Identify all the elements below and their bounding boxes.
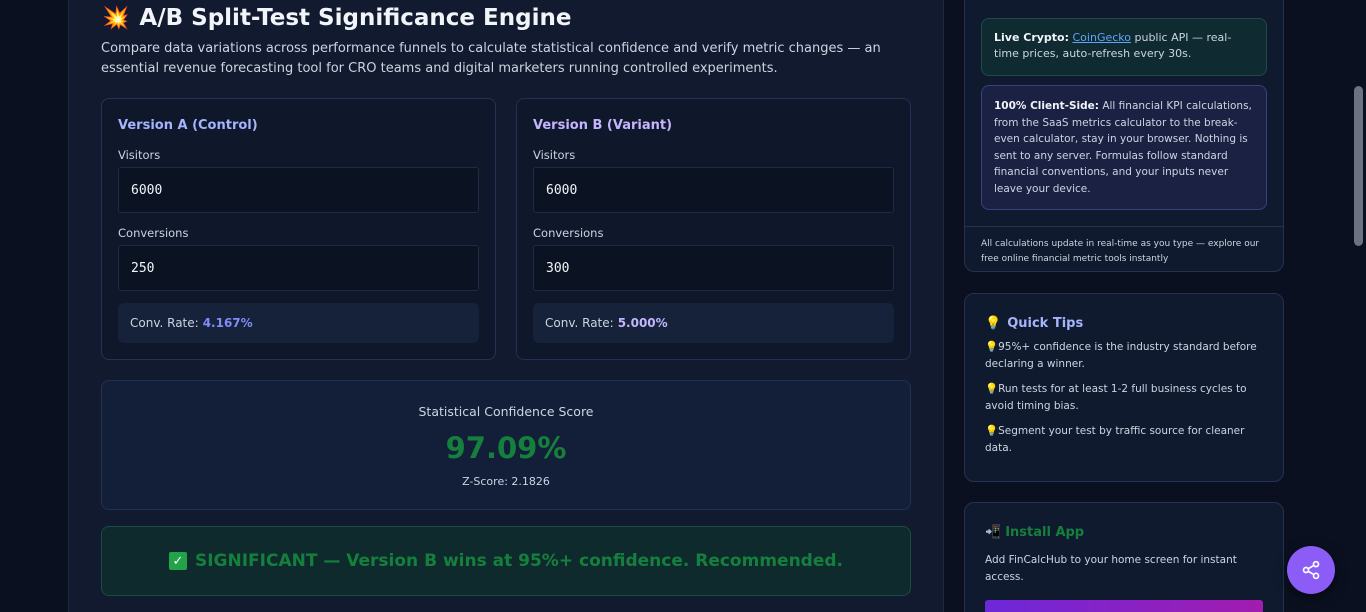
lightbulb-icon: 💡 [985,341,999,353]
rate-label: Conv. Rate: [130,316,199,330]
collision-icon: 💥 [102,5,130,31]
install-app-panel: 📲 Install App Add FinCalcHub to your hom… [964,502,1284,612]
client-side-note: 100% Client-Side: All financial KPI calc… [981,85,1267,210]
page-title-text: A/B Split-Test Significance Engine [139,5,572,31]
confidence-value: 97.09% [445,431,567,465]
tip-text: 95%+ confidence is the industry standard… [985,341,1257,370]
check-icon: ✓ [168,552,187,570]
scrollbar[interactable] [1352,0,1366,612]
confidence-label: Statistical Confidence Score [418,404,594,419]
share-icon [1302,560,1320,580]
version-b-visitors-input[interactable]: 6000 [533,167,894,213]
install-text: Add FinCalcHub to your home screen for i… [985,554,1237,583]
z-score: Z-Score: 2.1826 [462,475,550,488]
version-a-conversions-input[interactable]: 250 [118,245,479,291]
scrollbar-thumb[interactable] [1354,86,1363,246]
quick-tips-title: Quick Tips [1007,316,1084,331]
install-title: Install App [1005,525,1085,540]
version-b-conversions-input[interactable]: 300 [533,245,894,291]
verdict-text: SIGNIFICANT — Version B wins at 95%+ con… [194,551,844,571]
share-button[interactable] [1287,546,1335,594]
rate-value: 4.167% [202,316,253,330]
install-heading: 📲 Install App [985,525,1263,540]
confidence-panel: Statistical Confidence Score 97.09% Z-Sc… [101,380,911,510]
version-a-card: Version A (Control) Visitors 6000 Conver… [101,98,496,360]
conversions-label: Conversions [118,226,189,240]
page-description: Compare data variations across performan… [101,41,881,76]
page-title: 💥 A/B Split-Test Significance Engine [102,5,571,31]
install-button[interactable] [985,600,1263,612]
tip-item: 💡Segment your test by traffic source for… [985,423,1263,457]
version-a-visitors-input[interactable]: 6000 [118,167,479,213]
info-footer: All calculations update in real-time as … [965,226,1283,277]
crypto-note: Live Crypto: CoinGecko public API — real… [981,18,1267,76]
lightbulb-icon: 💡 [985,316,1002,331]
version-b-title: Version B (Variant) [533,118,673,133]
tip-text: Run tests for at least 1-2 full business… [985,383,1247,412]
visitors-label: Visitors [533,148,576,162]
version-a-title: Version A (Control) [118,118,258,133]
rate-value: 5.000% [617,316,668,330]
tip-item: 💡95%+ confidence is the industry standar… [985,339,1263,373]
lightbulb-icon: 💡 [985,425,999,437]
rate-label: Conv. Rate: [545,316,614,330]
verdict-banner: ✓ SIGNIFICANT — Version B wins at 95%+ c… [101,526,911,596]
coingecko-link[interactable]: CoinGecko [1073,31,1132,44]
info-panel: Live Crypto: CoinGecko public API — real… [964,0,1284,272]
lightbulb-icon: 💡 [985,383,999,395]
client-text: All financial KPI calculations, from the… [994,100,1252,195]
tip-text: Segment your test by traffic source for … [985,425,1245,454]
visitors-label: Visitors [118,148,161,162]
conversions-label: Conversions [533,226,604,240]
phone-icon: 📲 [985,525,1002,540]
quick-tips-panel: 💡 Quick Tips 💡95%+ confidence is the ind… [964,293,1284,482]
version-b-card: Version B (Variant) Visitors 6000 Conver… [516,98,911,360]
version-a-rate: Conv. Rate: 4.167% [118,303,479,343]
version-b-rate: Conv. Rate: 5.000% [533,303,894,343]
tip-item: 💡Run tests for at least 1-2 full busines… [985,381,1263,415]
crypto-bold: Live Crypto: [994,31,1069,44]
quick-tips-heading: 💡 Quick Tips [985,316,1263,331]
client-bold: 100% Client-Side: [994,100,1099,112]
